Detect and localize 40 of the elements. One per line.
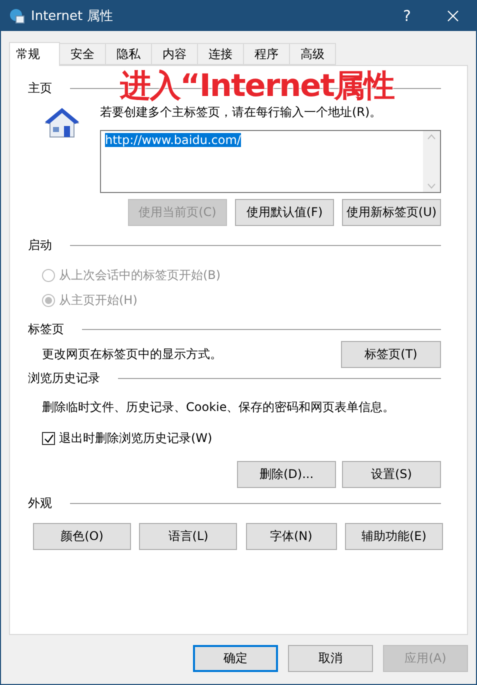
action-button[interactable]: 删除(D)... (237, 461, 336, 488)
action-button[interactable]: 颜色(O) (33, 523, 131, 550)
checkbox[interactable] (42, 432, 55, 445)
tab[interactable]: 高级 (289, 43, 336, 65)
annotation-text: 进入“Internet属性 (120, 71, 394, 102)
section-heading: 标签页 (28, 320, 64, 338)
action-button[interactable]: 使用默认值(F) (235, 199, 334, 226)
action-button[interactable]: 标签页(T) (341, 341, 441, 368)
radio-label: 从主页开始(H) (59, 292, 138, 309)
action-button[interactable]: 字体(N) (246, 523, 337, 550)
section-heading: 浏览历史记录 (28, 370, 100, 386)
scroll-down-icon[interactable] (427, 183, 436, 189)
action-button[interactable]: 设置(S) (342, 461, 441, 488)
address-field[interactable]: http://www.baidu.com/ (100, 130, 441, 193)
tab[interactable]: 隐私 (105, 43, 152, 65)
description-text: 更改网页在标签页中的显示方式。 (42, 346, 222, 363)
dialog-button[interactable]: 取消 (288, 645, 373, 672)
description-text: 删除临时文件、历史记录、Cookie、保存的密码和网页表单信息。 (42, 399, 395, 416)
tab[interactable]: 程序 (243, 43, 290, 65)
window-title: Internet 属性 (31, 8, 114, 25)
section-heading: 启动 (28, 236, 52, 254)
help-button[interactable]: ? (384, 1, 430, 31)
action-button[interactable]: 辅助功能(E) (344, 523, 443, 550)
globe-icon (9, 8, 25, 24)
tab[interactable]: 连接 (197, 43, 244, 65)
dialog-button[interactable]: 确定 (193, 645, 278, 672)
section-heading: 主页 (28, 80, 52, 96)
instruction-text: 若要创建多个主标签页，请在每行输入一个地址(R)。 (100, 104, 383, 121)
action-button[interactable]: 使用新标签页(U) (342, 199, 441, 226)
radio-label: 从上次会话中的标签页开始(B) (59, 267, 221, 284)
scrollbar[interactable] (423, 131, 440, 192)
tab[interactable]: 常规 (9, 42, 60, 66)
checkbox-label: 退出时删除浏览历史记录(W) (59, 430, 212, 447)
tab[interactable]: 内容 (151, 43, 198, 65)
close-icon (447, 10, 459, 22)
house-icon (44, 107, 80, 139)
scroll-up-icon[interactable] (427, 134, 436, 140)
action-button[interactable]: 语言(L) (139, 523, 238, 550)
section-heading: 外观 (28, 494, 52, 512)
tab[interactable]: 安全 (59, 43, 106, 65)
